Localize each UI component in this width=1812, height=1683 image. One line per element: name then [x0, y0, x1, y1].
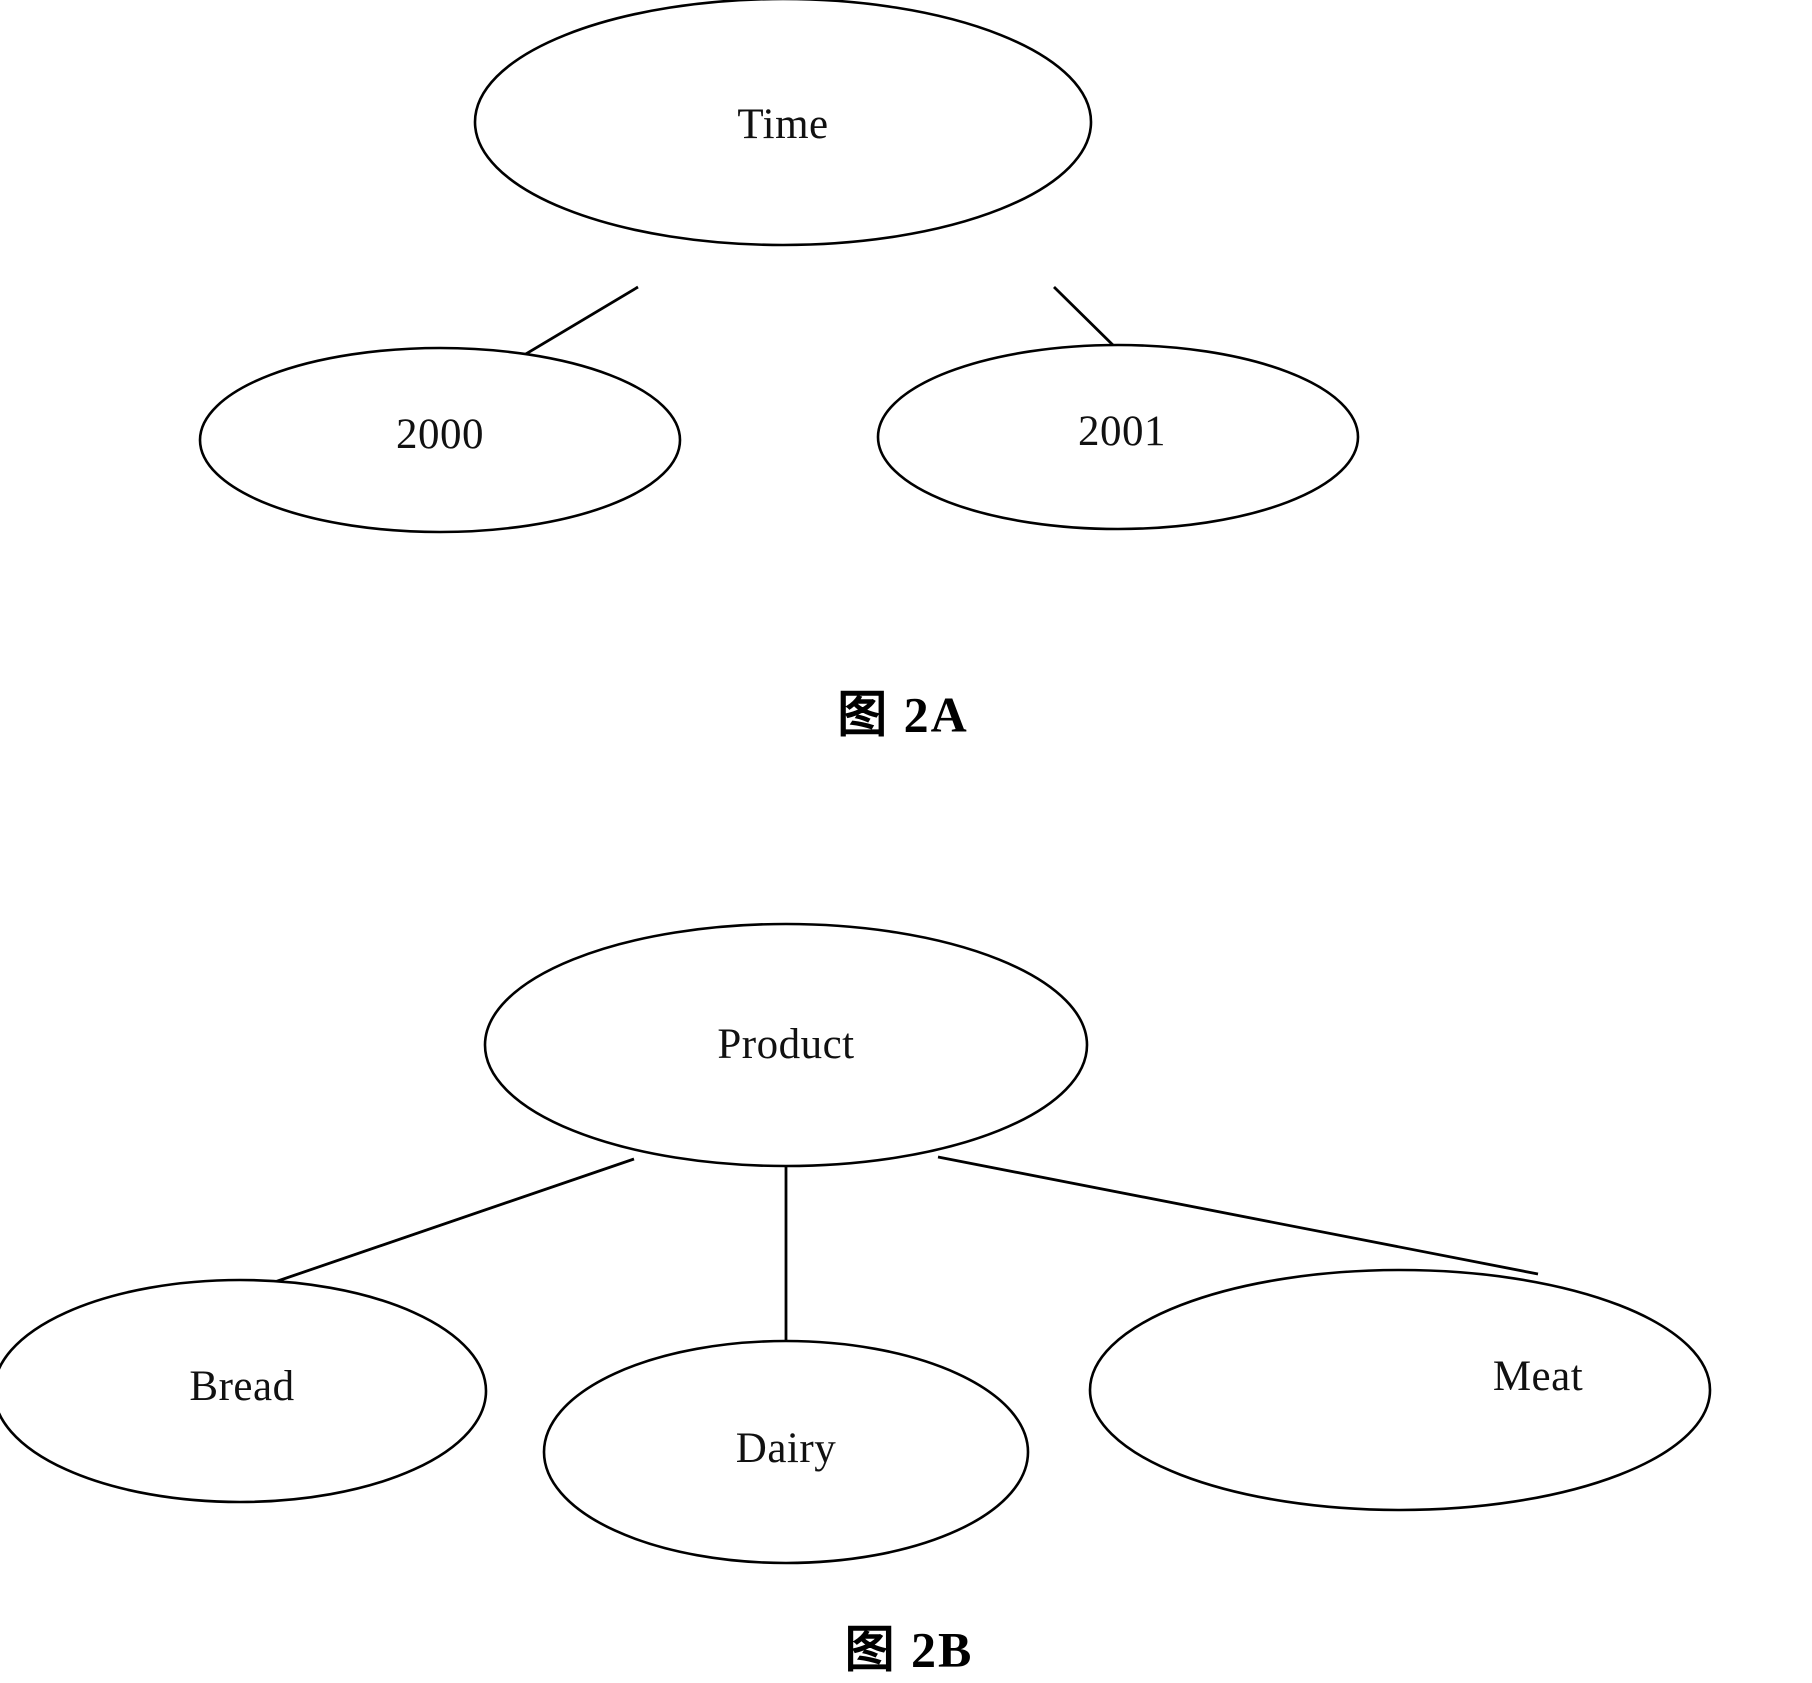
node-bread-label: Bread — [189, 1363, 294, 1410]
node-2001[interactable]: 2001 — [878, 345, 1358, 529]
figure-2a-caption: 图 2A — [837, 686, 969, 742]
figure-2b-group: Product Bread Dairy Meat 图 2B — [0, 924, 1710, 1677]
node-bread[interactable]: Bread — [0, 1280, 486, 1502]
node-2000[interactable]: 2000 — [200, 348, 680, 532]
node-dairy[interactable]: Dairy — [544, 1341, 1028, 1563]
node-product[interactable]: Product — [485, 924, 1087, 1166]
hierarchy-diagram-canvas: Time 2000 2001 图 2A Product Bread Dairy … — [0, 0, 1812, 1677]
node-product-label: Product — [717, 1021, 854, 1068]
figure-2b-caption: 图 2B — [845, 1621, 974, 1677]
diagram-stage: Time 2000 2001 图 2A Product Bread Dairy … — [0, 0, 1812, 1683]
node-meat-label: Meat — [1493, 1353, 1583, 1400]
node-dairy-label: Dairy — [736, 1425, 836, 1472]
node-meat-ellipse[interactable] — [1090, 1270, 1710, 1510]
edge-product-to-meat — [937, 1155, 1539, 1276]
edge-time-to-2001 — [1053, 286, 1121, 353]
node-meat[interactable]: Meat — [1090, 1270, 1710, 1510]
node-2001-label: 2001 — [1078, 408, 1166, 455]
node-2000-label: 2000 — [396, 411, 484, 458]
node-time[interactable]: Time — [475, 0, 1091, 245]
node-time-label: Time — [737, 101, 828, 148]
figure-2a-group: Time 2000 2001 图 2A — [200, 0, 1358, 742]
edge-product-to-bread — [262, 1157, 635, 1288]
